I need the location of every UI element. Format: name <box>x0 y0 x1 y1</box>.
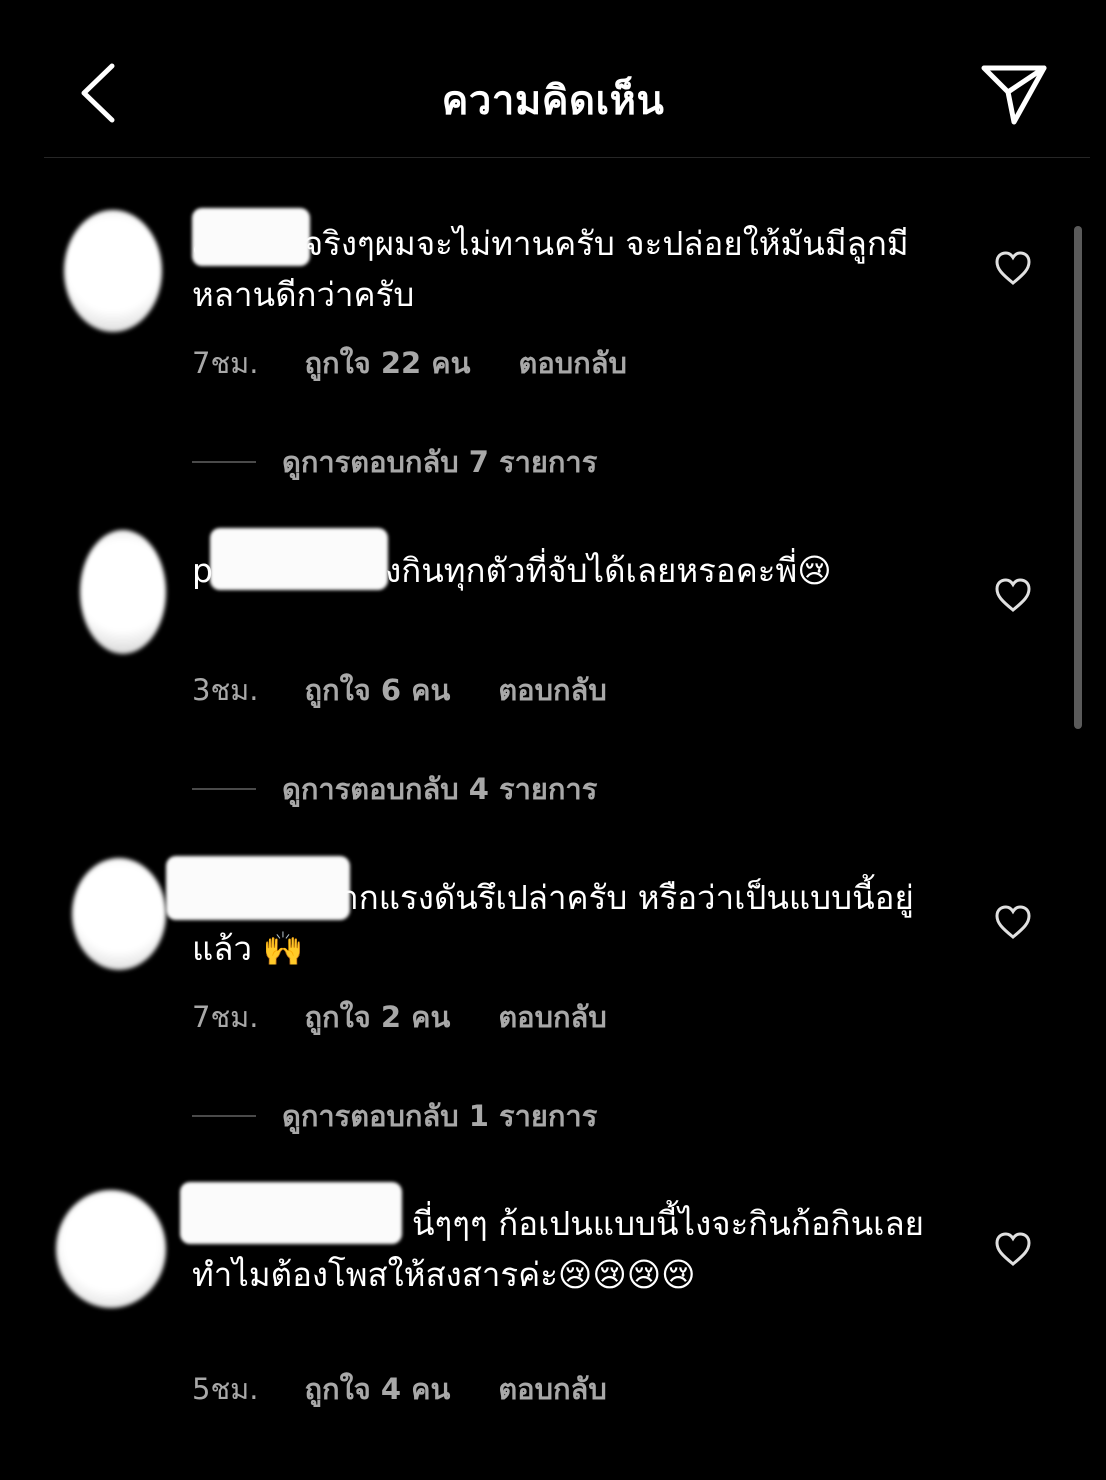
redacted-username <box>180 1182 402 1244</box>
redacted-username <box>210 528 388 590</box>
view-replies-label: ดูการตอบกลับ 7 รายการ <box>282 445 598 479</box>
avatar[interactable] <box>64 210 162 332</box>
redacted-username <box>192 208 310 266</box>
page-title: ความคิดเห็น <box>441 78 665 124</box>
reply-button[interactable]: ตอบกลับ <box>498 994 606 1034</box>
view-replies-button[interactable]: ดูการตอบกลับ 1 รายการ <box>192 1096 597 1136</box>
reply-line <box>192 788 256 790</box>
header-divider <box>44 157 1090 158</box>
comment-meta: 3ชม. ถูกใจ 6 คน ตอบกลับ <box>192 667 607 707</box>
like-count[interactable]: ถูกใจ 4 คน <box>304 1366 450 1406</box>
redacted-username <box>166 856 350 920</box>
reply-button[interactable]: ตอบกลับ <box>498 667 606 707</box>
reply-button[interactable]: ตอบกลับ <box>498 1366 606 1406</box>
heart-icon[interactable] <box>994 1231 1032 1267</box>
comment-time: 5ชม. <box>192 1372 259 1406</box>
view-replies-button[interactable]: ดูการตอบกลับ 4 รายการ <box>192 769 597 809</box>
comment-time: 7ชม. <box>192 346 259 380</box>
like-count[interactable]: ถูกใจ 2 คน <box>304 994 450 1034</box>
view-replies-label: ดูการตอบกลับ 1 รายการ <box>282 1099 598 1133</box>
comment-meta: 7ชม. ถูกใจ 2 คน ตอบกลับ <box>192 994 607 1034</box>
reply-line <box>192 1115 256 1117</box>
avatar[interactable] <box>80 530 166 654</box>
top-bar: ความคิดเห็น <box>0 0 1106 158</box>
reply-button[interactable]: ตอบกลับ <box>519 340 627 380</box>
reply-line <box>192 461 256 463</box>
avatar[interactable] <box>56 1190 166 1308</box>
view-replies-button[interactable]: ดูการตอบกลับ 7 รายการ <box>192 442 597 482</box>
heart-icon[interactable] <box>994 577 1032 613</box>
heart-icon[interactable] <box>994 904 1032 940</box>
comment-time: 7ชม. <box>192 1000 259 1034</box>
paper-plane-icon[interactable] <box>978 62 1050 128</box>
scrollbar[interactable] <box>1074 226 1082 729</box>
heart-icon[interactable] <box>994 250 1032 286</box>
comment-time: 3ชม. <box>192 673 259 707</box>
view-replies-label: ดูการตอบกลับ 4 รายการ <box>282 772 598 806</box>
comment-meta: 7ชม. ถูกใจ 22 คน ตอบกลับ <box>192 340 627 380</box>
like-count[interactable]: ถูกใจ 6 คน <box>304 667 450 707</box>
like-count[interactable]: ถูกใจ 22 คน <box>304 340 470 380</box>
avatar[interactable] <box>72 858 166 970</box>
comment-meta: 5ชม. ถูกใจ 4 คน ตอบกลับ <box>192 1366 607 1406</box>
